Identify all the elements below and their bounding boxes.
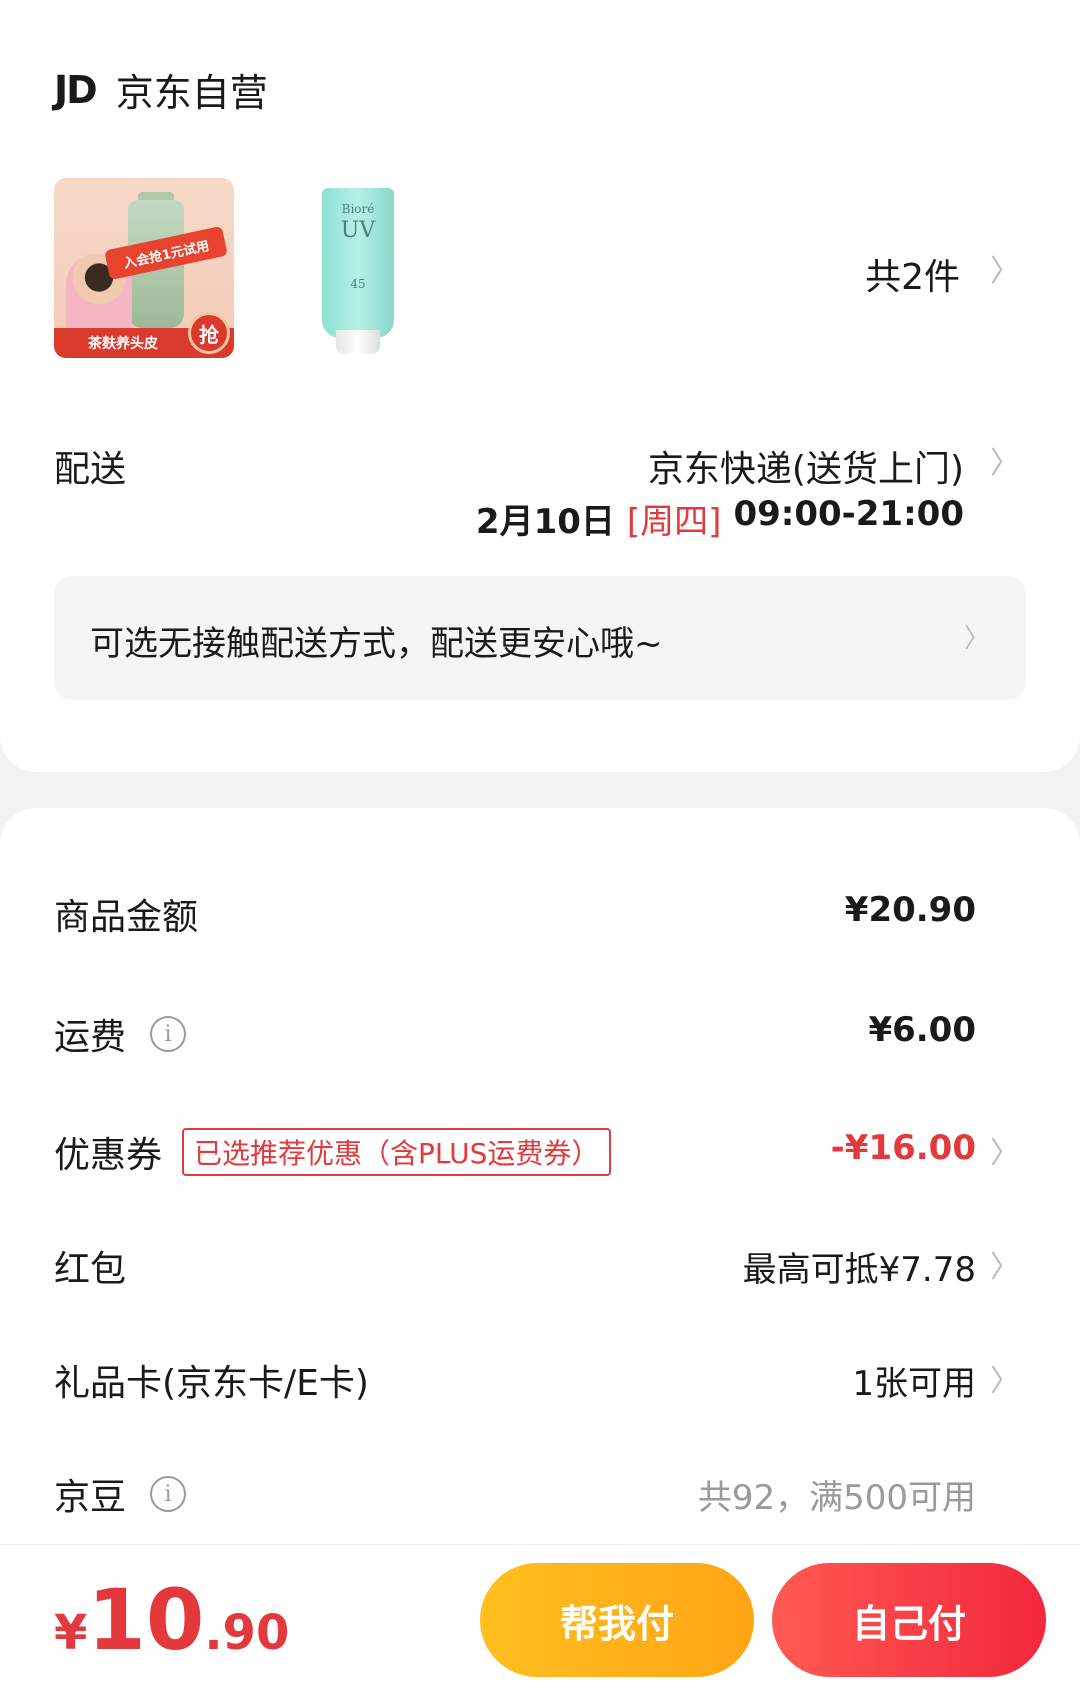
delivery-weekday: [周四] — [626, 502, 722, 542]
redpacket-value[interactable]: 最高可抵¥7.78 — [743, 1242, 976, 1291]
info-icon[interactable]: i — [150, 1016, 187, 1052]
shop-header: JD 京东自营 — [54, 62, 268, 117]
coupon-text: 优惠券 — [54, 1135, 163, 1176]
shop-card: JD 京东自营 入会抢1元试用 茶麸养头皮 抢 Bioré UV 45 共2件 … — [0, 0, 1080, 772]
total-price: ¥ 10 .90 — [54, 1571, 289, 1669]
chevron-right-icon[interactable]: 〉 — [990, 1128, 1020, 1172]
grab-badge: 抢 — [188, 312, 230, 354]
product-thumbnail-shampoo[interactable]: 入会抢1元试用 茶麸养头皮 抢 — [54, 178, 234, 358]
shipping-label: 运费 i — [54, 1008, 187, 1060]
delivery-method[interactable]: 京东快递(送货上门) — [648, 440, 964, 492]
jingdou-value: 共92，满500可用 — [697, 1478, 976, 1518]
coupon-value[interactable]: -¥16.00 — [831, 1128, 976, 1168]
total-decimal: .90 — [204, 1605, 290, 1661]
delivery-time[interactable]: 2月10日 [周四] 09:00-21:00 — [476, 494, 964, 543]
chevron-right-icon[interactable]: 〉 — [990, 246, 1020, 290]
goods-amount-text: 商品金额 — [54, 897, 199, 938]
goods-amount-value: ¥20.90 — [844, 890, 976, 930]
item-count[interactable]: 共2件 — [865, 248, 960, 300]
self-pay-button[interactable]: 自己付 — [772, 1563, 1046, 1677]
total-currency: ¥ — [54, 1605, 88, 1661]
contactless-delivery-notice[interactable]: 可选无接触配送方式，配送更安心哦~ 〉 — [54, 576, 1026, 700]
giftcard-label: 礼品卡(京东卡/E卡) — [54, 1354, 369, 1406]
help-pay-button[interactable]: 帮我付 — [480, 1563, 754, 1677]
tube-cap — [336, 330, 380, 354]
delivery-label: 配送 — [54, 449, 127, 490]
chevron-right-icon[interactable]: 〉 — [990, 1242, 1020, 1286]
tube-spf: 45 — [350, 277, 366, 291]
chevron-right-icon: 〉 — [963, 624, 990, 654]
redpacket-text: 红包 — [54, 1249, 127, 1290]
delivery-date: 2月10日 — [475, 502, 615, 542]
shipping-text: 运费 — [54, 1017, 127, 1058]
giftcard-text: 礼品卡(京东卡/E卡) — [54, 1363, 369, 1404]
shipping-value: ¥6.00 — [868, 1010, 976, 1050]
shop-name: 京东自营 — [115, 71, 268, 115]
total-integer: 10 — [87, 1571, 205, 1669]
tube-label: Bioré UV 45 — [322, 202, 394, 291]
goods-amount-label: 商品金额 — [54, 888, 198, 940]
coupon-tag: 已选推荐优惠（含PLUS运费券） — [182, 1128, 612, 1176]
tube-brand: Bioré — [341, 202, 375, 216]
product-thumbnail-sunscreen[interactable]: Bioré UV 45 — [300, 178, 420, 358]
notice-text: 可选无接触配送方式，配送更安心哦~ — [90, 624, 663, 664]
redpacket-label: 红包 — [54, 1240, 126, 1292]
chevron-right-icon[interactable]: 〉 — [990, 1356, 1020, 1400]
bottom-action-bar: ¥ 10 .90 帮我付 自己付 — [0, 1544, 1080, 1694]
order-confirm-page: JD 京东自营 入会抢1元试用 茶麸养头皮 抢 Bioré UV 45 共2件 … — [0, 0, 1080, 1694]
giftcard-value[interactable]: 1张可用 — [852, 1356, 976, 1405]
tube-uv: UV — [340, 218, 376, 243]
jingdou-text: 京豆 — [54, 1477, 127, 1518]
info-icon[interactable]: i — [150, 1476, 187, 1512]
jingdou-label: 京豆 i — [54, 1468, 187, 1520]
jd-logo: JD — [54, 67, 98, 112]
chevron-right-icon[interactable]: 〉 — [990, 438, 1020, 482]
coupon-label: 优惠券 已选推荐优惠（含PLUS运费券） — [54, 1126, 612, 1178]
delivery-time-range: 09:00-21:00 — [733, 494, 964, 534]
